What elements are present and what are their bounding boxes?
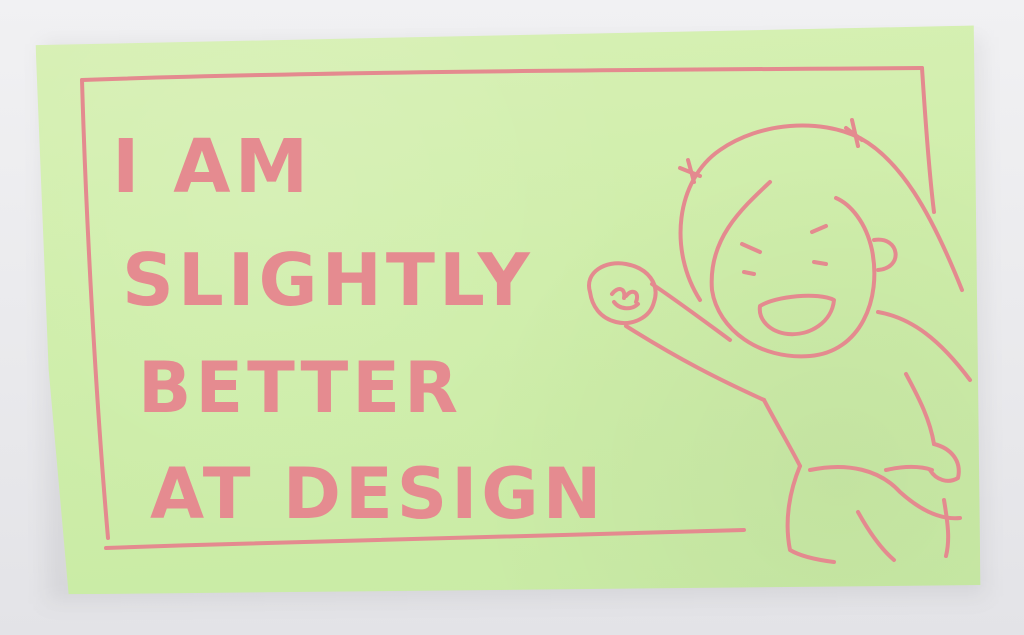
- sketch-layer: I AM SLIGHTLY BETTER AT DESIGN: [80, 66, 972, 564]
- message-line-3: BETTER: [138, 347, 462, 429]
- character-torso: [762, 398, 802, 468]
- character-hair: [678, 123, 964, 302]
- cheering-character-doodle: [587, 118, 972, 564]
- frame-left-line: [80, 78, 110, 540]
- left-eye: [742, 270, 756, 276]
- left-eyebrow: [740, 242, 762, 254]
- character-leg-front: [785, 464, 836, 564]
- character-face: [709, 180, 877, 359]
- message-line-4: AT DESIGN: [150, 453, 605, 535]
- lower-hand: [928, 442, 961, 483]
- character-hip-line: [942, 498, 951, 558]
- character-leg-back: [808, 464, 962, 521]
- character-side: [904, 372, 936, 446]
- frame-right-line: [920, 66, 936, 214]
- fist-fingers: [610, 287, 640, 311]
- message-line-1: I AM: [112, 124, 312, 210]
- open-mouth: [757, 293, 836, 337]
- right-eye: [812, 260, 828, 266]
- message-line-2: SLIGHTLY: [122, 238, 534, 322]
- lower-arm: [884, 465, 934, 472]
- right-eyebrow: [810, 224, 828, 234]
- handwritten-message: I AM SLIGHTLY BETTER AT DESIGN: [112, 124, 605, 535]
- frame-top-line: [80, 66, 924, 82]
- character-shoulder: [876, 310, 972, 382]
- character-knee: [856, 510, 896, 562]
- character-ear: [872, 237, 898, 272]
